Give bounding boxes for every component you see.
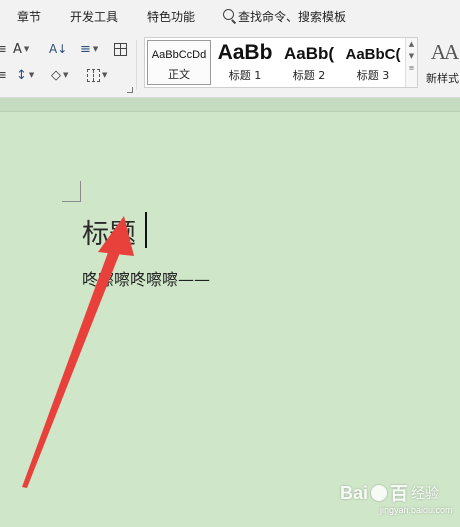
style-label: 标题 2 xyxy=(292,69,326,82)
style-heading-1[interactable]: AaBb 标题 1 xyxy=(213,38,277,87)
style-label: 正文 xyxy=(168,68,190,81)
menu-tab-special-features[interactable]: 特色功能 xyxy=(147,8,195,25)
chevron-up-icon[interactable]: ▲ xyxy=(406,38,417,50)
borders-button[interactable]: ▼ xyxy=(87,66,107,84)
ribbon-divider xyxy=(136,40,137,90)
chevron-down-icon: ▼ xyxy=(28,71,35,79)
chevron-down-icon: ▼ xyxy=(92,45,99,53)
paragraph-settings-launcher-icon[interactable] xyxy=(127,87,133,93)
gallery-expand-icon[interactable]: ≡ xyxy=(406,62,417,74)
chevron-down-icon: ▼ xyxy=(63,71,69,79)
new-style-icon: AA xyxy=(430,40,459,64)
command-search-field[interactable]: 查找命令、搜索模板 xyxy=(238,8,346,25)
style-gallery: AaBbCcDd 正文 AaBb 标题 1 AaBb( 标题 2 AaBbC( … xyxy=(144,37,418,88)
style-sample: AaBb xyxy=(217,41,273,64)
menu-bar: 章节 开发工具 特色功能 查找命令、搜索模板 xyxy=(0,0,460,32)
style-label: 标题 3 xyxy=(356,69,390,82)
watermark-brand: Bai xyxy=(340,482,369,503)
shading-button[interactable]: ◇ ▼ xyxy=(51,66,68,84)
menu-tab-developer-tools[interactable]: 开发工具 xyxy=(70,8,118,25)
search-icon[interactable] xyxy=(223,9,234,20)
document-page[interactable] xyxy=(0,113,460,527)
page-margin-marker xyxy=(62,181,81,202)
chevron-down-icon: ▼ xyxy=(102,71,108,79)
borders-icon xyxy=(87,68,100,82)
style-sample: AaBbCcDd xyxy=(151,49,207,61)
table-layout-button[interactable] xyxy=(114,40,127,58)
paragraph-icon[interactable]: ≡ xyxy=(0,66,7,84)
style-sample: AaBb( xyxy=(283,44,335,63)
style-heading-3[interactable]: AaBbC( 标题 3 xyxy=(341,38,405,87)
new-style-button[interactable]: AA 新样式 xyxy=(424,40,460,86)
change-case-button[interactable]: A ▼ xyxy=(13,40,29,58)
sort-icon: A↓ xyxy=(49,42,68,56)
style-normal[interactable]: AaBbCcDd 正文 xyxy=(147,40,211,85)
chevron-down-icon: ▼ xyxy=(23,45,30,53)
list-spacing-icon: ↕ xyxy=(16,67,27,83)
change-case-icon: A xyxy=(13,41,22,57)
ruler-strip xyxy=(0,98,460,112)
list-spacing-button[interactable]: ↕ ▼ xyxy=(16,66,34,84)
shading-icon: ◇ xyxy=(51,67,61,83)
style-heading-2[interactable]: AaBb( 标题 2 xyxy=(277,38,341,87)
table-icon xyxy=(114,42,127,56)
line-spacing-button[interactable]: ≡ ▼ xyxy=(80,40,98,58)
style-sample: AaBbC( xyxy=(345,46,401,63)
line-spacing-icon: ≡ xyxy=(80,41,91,57)
gallery-scrollbar[interactable]: ▲ ▼ ≡ xyxy=(405,38,417,87)
paw-icon xyxy=(371,485,388,501)
menu-tab-chapter[interactable]: 章节 xyxy=(17,8,41,25)
watermark-url: jingyan.baidu.com xyxy=(380,505,453,515)
style-label: 标题 1 xyxy=(228,69,262,82)
chevron-down-icon[interactable]: ▼ xyxy=(406,50,417,62)
watermark-sub: 经验 xyxy=(411,486,440,502)
sort-button[interactable]: A↓ xyxy=(49,40,67,58)
baidu-watermark: Bai 百 经验 xyxy=(340,480,439,506)
watermark-brand-end: 百 xyxy=(390,484,409,504)
new-style-label: 新样式 xyxy=(426,72,459,85)
text-cursor xyxy=(145,212,147,248)
align-icon[interactable]: ≡ xyxy=(0,40,7,58)
document-body-text[interactable]: 咚嚓嚓咚嚓嚓—— xyxy=(82,266,210,290)
document-heading[interactable]: 标题 xyxy=(82,212,136,251)
